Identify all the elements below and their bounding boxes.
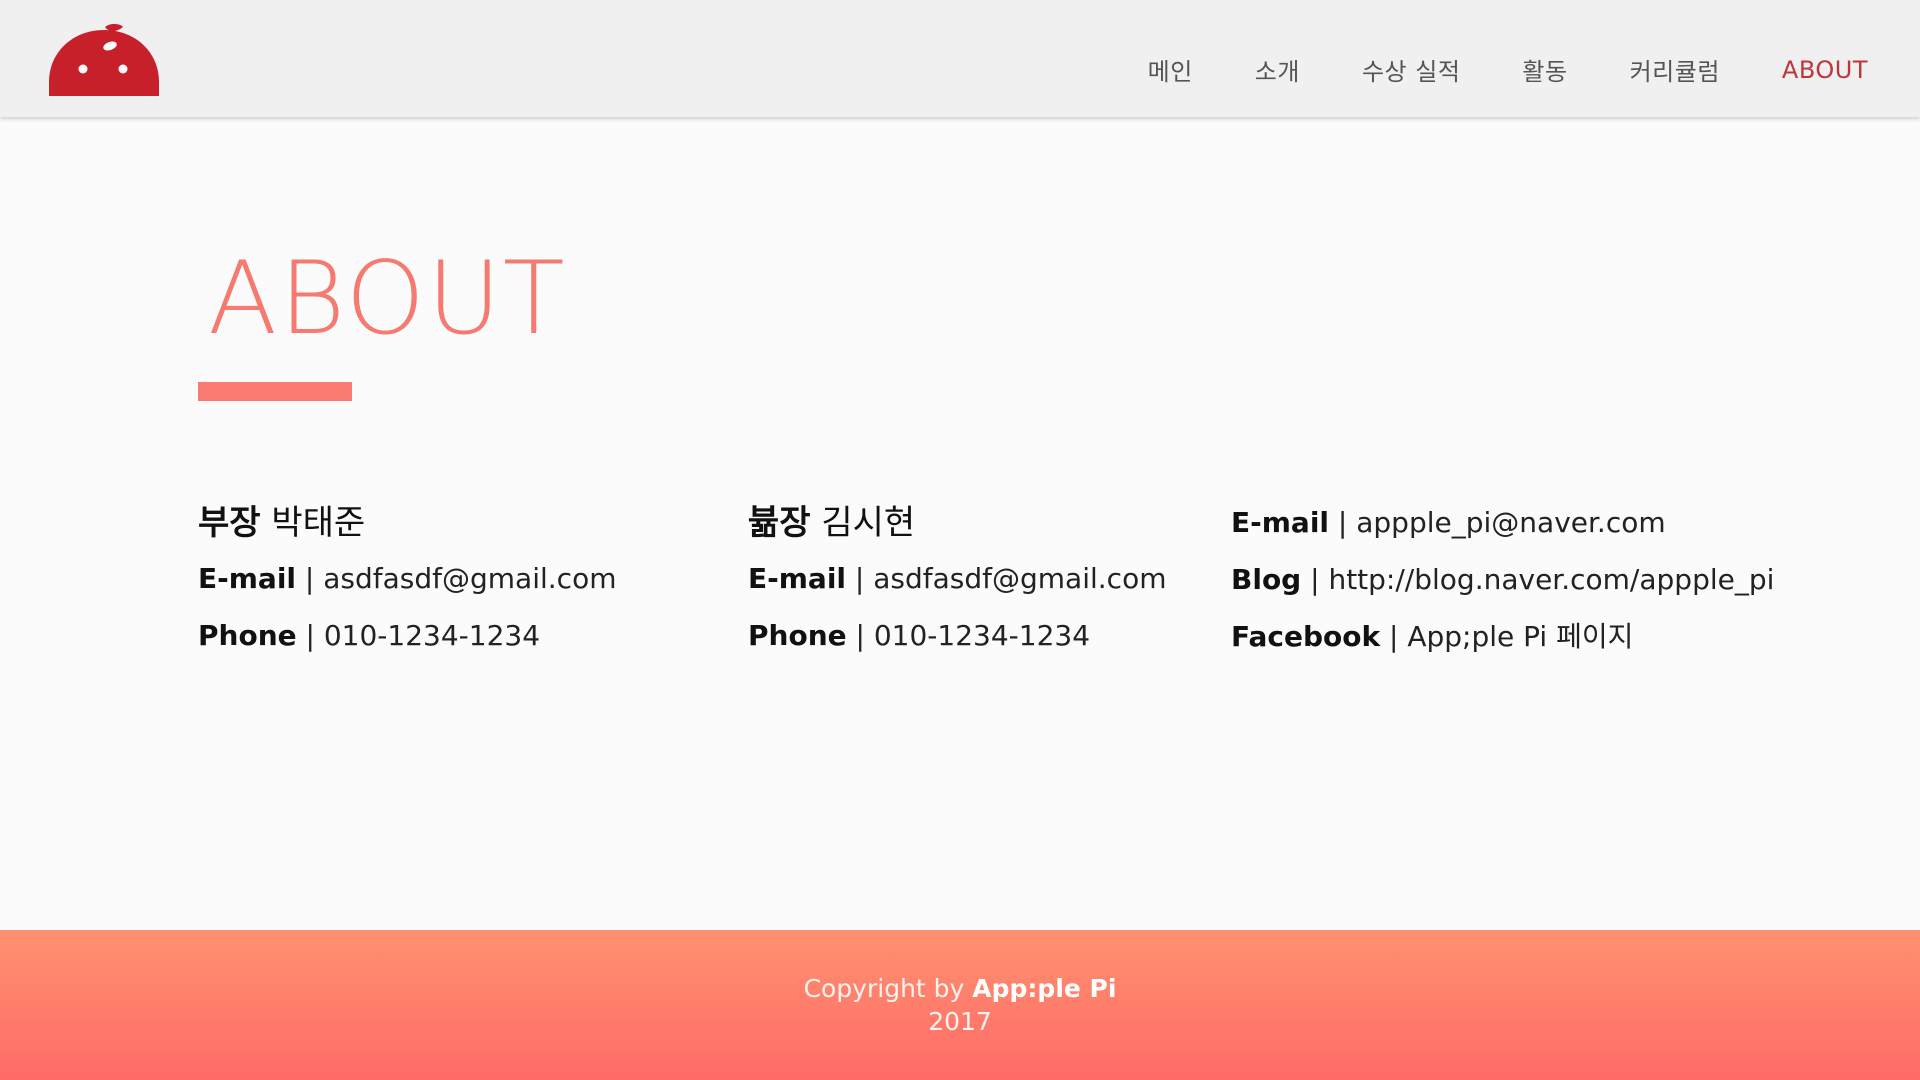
top-navigation-bar: 메인 소개 수상 실적 활동 커리큘럼 ABOUT — [0, 0, 1920, 117]
separator: | — [296, 619, 324, 652]
facebook-link[interactable]: App;ple Pi 페이지 — [1407, 620, 1633, 653]
email-line: E-mail | asdfasdf@gmail.com — [748, 559, 1166, 599]
blog-label: Blog — [1231, 563, 1302, 596]
separator: | — [1329, 506, 1357, 539]
copyright-year: 2017 — [928, 1007, 992, 1036]
separator: | — [1380, 620, 1408, 653]
phone-label: Phone — [748, 619, 847, 652]
person-name: 박태준 — [271, 503, 366, 543]
separator: | — [846, 562, 874, 595]
nav-item-curriculum[interactable]: 커리큘럼 — [1630, 52, 1720, 87]
blog-link[interactable]: http://blog.naver.com/appple_pi — [1328, 563, 1774, 596]
nav-item-awards[interactable]: 수상 실적 — [1362, 52, 1460, 87]
nav-item-intro[interactable]: 소개 — [1255, 52, 1300, 87]
separator: | — [1301, 563, 1329, 596]
logo-left-eye — [78, 64, 88, 74]
separator: | — [846, 619, 874, 652]
person-name: 김시현 — [821, 503, 916, 543]
email-line: E-mail | asdfasdf@gmail.com — [198, 559, 616, 599]
phone-value[interactable]: 010-1234-1234 — [874, 619, 1090, 652]
facebook-label: Facebook — [1231, 620, 1381, 653]
phone-line: Phone | 010-1234-1234 — [748, 616, 1166, 656]
contact-column-vice-president: 뷺장 김시현 E-mail | asdfasdf@gmail.com Phone… — [748, 501, 1166, 673]
logo-body — [49, 30, 159, 96]
person-role: 뷺장 — [748, 503, 811, 543]
email-value[interactable]: asdfasdf@gmail.com — [873, 562, 1166, 595]
apple-pi-logo[interactable] — [49, 24, 159, 96]
phone-line: Phone | 010-1234-1234 — [198, 616, 616, 656]
contact-column-president: 부장 박태준 E-mail | asdfasdf@gmail.com Phone… — [198, 501, 616, 673]
separator: | — [296, 562, 324, 595]
copyright-line: Copyright by App:ple Pi — [0, 973, 1920, 1005]
about-section: ABOUT 부장 박태준 E-mail | asdfasdf@gmail.com… — [0, 117, 1920, 930]
person-role: 부장 — [198, 503, 261, 543]
main-nav: 메인 소개 수상 실적 활동 커리큘럼 ABOUT — [1148, 52, 1868, 87]
copyright-brand: App:ple Pi — [972, 974, 1117, 1003]
email-value[interactable]: asdfasdf@gmail.com — [323, 562, 616, 595]
nav-item-about[interactable]: ABOUT — [1782, 56, 1868, 84]
email-value[interactable]: appple_pi@naver.com — [1356, 506, 1665, 539]
phone-value[interactable]: 010-1234-1234 — [324, 619, 540, 652]
page: 메인 소개 수상 실적 활동 커리큘럼 ABOUT ABOUT 부장 박태준 E… — [0, 0, 1920, 1080]
facebook-line: Facebook | App;ple Pi 페이지 — [1231, 617, 1774, 657]
nav-item-activities[interactable]: 활동 — [1522, 52, 1567, 87]
person-heading: 부장 박태준 — [198, 501, 616, 545]
blog-line: Blog | http://blog.naver.com/appple_pi — [1231, 560, 1774, 600]
email-label: E-mail — [198, 562, 297, 595]
email-label: E-mail — [748, 562, 847, 595]
nav-item-main[interactable]: 메인 — [1148, 52, 1193, 87]
copyright-prefix: Copyright by — [803, 974, 973, 1003]
logo-leaf — [105, 24, 123, 32]
person-heading: 뷺장 김시현 — [748, 501, 1166, 545]
title-underline — [198, 382, 352, 401]
contact-column-club: E-mail | appple_pi@naver.com Blog | http… — [1231, 501, 1774, 674]
footer: Copyright by App:ple Pi 2017 — [0, 930, 1920, 1080]
page-title: ABOUT — [208, 239, 567, 357]
email-label: E-mail — [1231, 506, 1330, 539]
logo-right-eye — [118, 64, 128, 74]
email-line: E-mail | appple_pi@naver.com — [1231, 503, 1774, 543]
phone-label: Phone — [198, 619, 297, 652]
